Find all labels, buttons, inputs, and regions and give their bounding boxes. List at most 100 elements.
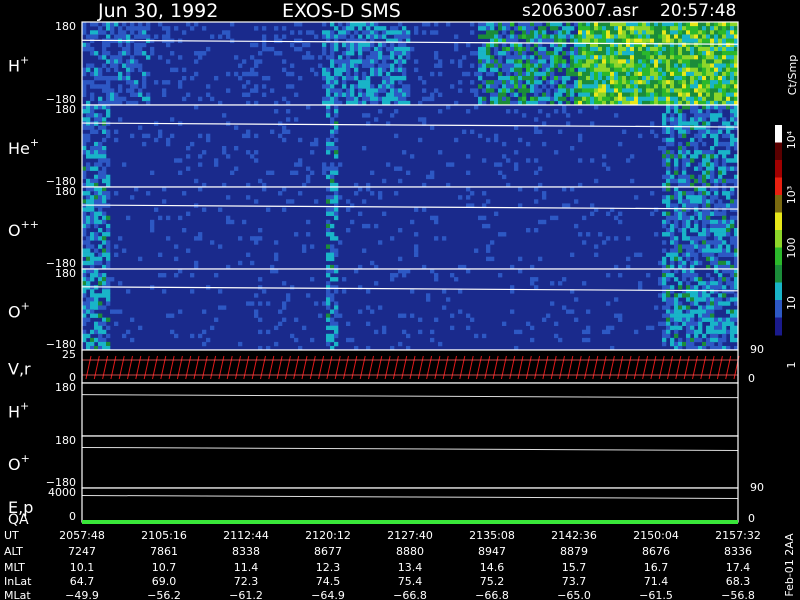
- spectrogram-cell: [694, 244, 699, 249]
- spectrogram-cell: [330, 195, 335, 200]
- spectrogram-cell: [622, 92, 627, 97]
- spectrogram-cell: [670, 301, 675, 306]
- spectrogram-cell: [90, 195, 95, 200]
- spectrogram-cell: [674, 252, 679, 257]
- spectrogram-cell: [574, 51, 579, 56]
- spectrogram-cell: [626, 256, 631, 262]
- panel-he-plus: He+180−180: [8, 103, 739, 188]
- spectrogram-cell: [682, 34, 687, 39]
- spectrogram-cell: [382, 26, 387, 31]
- panel-label: V,r: [8, 360, 31, 379]
- spectrogram-cell: [526, 46, 531, 52]
- spectrogram-cell: [690, 240, 695, 245]
- spectrogram-cell: [330, 277, 335, 282]
- ephemeris-row-label: ALT: [4, 545, 23, 558]
- spectrogram-cell: [630, 96, 635, 102]
- spectrogram-cell: [678, 325, 683, 331]
- spectrogram-cell: [86, 256, 91, 262]
- qa-bar: [82, 520, 738, 524]
- spectrogram-cell: [458, 63, 463, 68]
- spectrogram-cell: [278, 133, 283, 139]
- spectrogram-cell: [318, 313, 323, 318]
- spectrogram-cell: [402, 269, 407, 274]
- spectrogram-cell: [550, 38, 555, 44]
- spectrogram-cell: [646, 67, 651, 73]
- spectrogram-cell: [698, 248, 703, 253]
- spectrogram-cell: [554, 75, 559, 81]
- spectrogram-cell: [370, 22, 375, 27]
- spectrogram-cell: [370, 34, 375, 39]
- spectrogram-cell: [594, 80, 599, 85]
- spectrogram-cell: [662, 51, 667, 56]
- spectrogram-cell: [142, 42, 147, 48]
- spectrogram-cell: [678, 248, 683, 253]
- spectrogram-cell: [726, 75, 731, 81]
- spectrogram-cell: [486, 22, 491, 27]
- spectrogram-cell: [466, 269, 471, 274]
- spectrogram-cell: [730, 30, 735, 35]
- spectrogram-cell: [290, 84, 295, 89]
- spectrogram-cell: [502, 26, 507, 31]
- spectrogram-cell: [90, 260, 95, 266]
- ephemeris-cell: −56.8: [721, 589, 755, 600]
- spectrogram-cell: [114, 67, 119, 73]
- spectrogram-cell: [122, 96, 127, 102]
- spectrogram-cell: [558, 38, 563, 44]
- spectrogram-cell: [730, 178, 735, 184]
- spectrogram-cell: [346, 51, 351, 56]
- spectrogram-cell: [366, 34, 371, 39]
- spectrogram-cell: [634, 55, 639, 60]
- spectrogram-cell: [114, 34, 119, 39]
- spectrogram-cell: [550, 67, 555, 73]
- spectrogram-cell: [102, 305, 107, 310]
- spectrogram-cell: [706, 30, 711, 35]
- spectrogram-cell: [626, 67, 631, 73]
- spectrogram-cell: [726, 63, 731, 68]
- spectrogram-cell: [674, 67, 679, 73]
- spectrogram-cell: [102, 321, 107, 326]
- spectrogram-cell: [358, 59, 363, 64]
- spectrogram-cell: [326, 137, 331, 143]
- spectrogram-cell: [666, 84, 671, 89]
- spectrogram-cell: [130, 84, 135, 89]
- spectrogram-cell: [550, 75, 555, 81]
- spectrogram-cell: [522, 22, 527, 27]
- spectrogram-cell: [326, 341, 331, 347]
- spectrogram-cell: [550, 281, 555, 286]
- spectrogram-cell: [658, 71, 663, 77]
- spectrogram-cell: [626, 51, 631, 56]
- spectrogram-cell: [94, 325, 99, 331]
- spectrogram-cell: [330, 133, 335, 139]
- spectrogram-cell: [694, 154, 699, 159]
- spectrogram-cell: [366, 223, 371, 229]
- spectrogram-cell: [258, 301, 263, 306]
- spectrogram-cell: [386, 75, 391, 81]
- spectrogram-cell: [514, 59, 519, 64]
- spectrogram-cell: [498, 51, 503, 56]
- spectrogram-cell: [330, 141, 335, 147]
- spectrogram-cell: [686, 84, 691, 89]
- spectrogram-cell: [322, 22, 327, 27]
- spectrogram-cell: [382, 178, 387, 184]
- spectrogram-cell: [498, 92, 503, 97]
- spectrogram-cell: [434, 51, 439, 56]
- spectrogram-cell: [670, 137, 675, 143]
- spectrogram-cell: [662, 129, 667, 134]
- spectrogram-cell: [714, 285, 719, 290]
- spectrogram-cell: [626, 22, 631, 27]
- spectrogram-cell: [206, 84, 211, 89]
- spectrogram-cell: [162, 88, 167, 93]
- spectrogram-cell: [290, 170, 295, 175]
- spectrogram-cell: [690, 30, 695, 35]
- spectrogram-cell: [658, 38, 663, 44]
- spectrogram-cell: [582, 67, 587, 73]
- spectrogram-cell: [350, 84, 355, 89]
- spectrogram-cell: [398, 59, 403, 64]
- spectrogram-cell: [130, 317, 135, 322]
- spectrogram-cell: [550, 51, 555, 56]
- spectrogram-cell: [102, 125, 107, 130]
- spectrogram-cell: [338, 67, 343, 73]
- spectrogram-cell: [562, 30, 567, 35]
- spectrogram-cell: [314, 301, 319, 306]
- spectrogram-cell: [338, 92, 343, 97]
